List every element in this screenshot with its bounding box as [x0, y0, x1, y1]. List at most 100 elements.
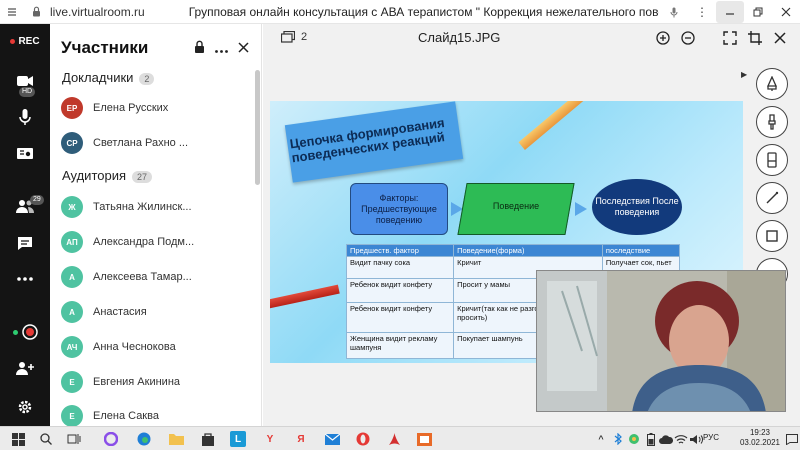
zoom-in-icon[interactable]: [655, 30, 671, 46]
participant-item[interactable]: А Анастасия: [61, 300, 241, 324]
more-options-icon[interactable]: [215, 40, 228, 56]
participant-item[interactable]: Е Елена Саква: [61, 404, 241, 428]
participant-name: Евгения Акинина: [93, 376, 181, 388]
gear-icon: [18, 400, 32, 414]
participant-item[interactable]: СР Светлана Рахно ...: [61, 131, 241, 155]
presentation-app-icon[interactable]: [416, 431, 432, 447]
app-l-icon[interactable]: L: [230, 431, 246, 447]
yandex-browser-icon[interactable]: Y: [262, 431, 278, 447]
lock-icon[interactable]: [24, 0, 48, 24]
restore-button[interactable]: [744, 1, 772, 23]
edge-icon[interactable]: [136, 431, 152, 447]
lock-icon[interactable]: [194, 40, 205, 56]
system-clock[interactable]: 19:23 03.02.2021: [740, 428, 780, 448]
avatar: А: [61, 266, 83, 288]
invite-button[interactable]: [0, 355, 50, 381]
language-indicator[interactable]: РУС: [703, 433, 719, 442]
opera-icon[interactable]: [355, 431, 371, 447]
alice-assistant-icon[interactable]: [103, 431, 119, 447]
store-icon[interactable]: [200, 431, 216, 447]
task-view-icon[interactable]: [66, 431, 82, 447]
participant-name: Елена Саква: [93, 410, 159, 422]
rectangle-tool-button[interactable]: [756, 220, 788, 252]
speakers-count: 2: [139, 72, 155, 85]
menu-icon[interactable]: [0, 0, 24, 24]
screen-share-button[interactable]: [0, 142, 50, 168]
record-button[interactable]: [0, 319, 50, 345]
pdf-reader-icon[interactable]: [386, 431, 402, 447]
rec-indicator[interactable]: REC: [0, 36, 50, 47]
speakers-label: Докладчики: [62, 70, 134, 85]
microphone-icon[interactable]: [660, 1, 688, 23]
participants-count-badge: 29: [30, 195, 44, 205]
line-tool-button[interactable]: [756, 182, 788, 214]
pages-icon: [281, 31, 295, 43]
notifications-icon[interactable]: [784, 431, 800, 447]
browser-titlebar: live.virtualroom.ru Групповая онлайн кон…: [0, 0, 800, 24]
rectangle-icon: [766, 230, 778, 242]
chat-icon: [18, 236, 32, 250]
mail-icon[interactable]: [324, 431, 340, 447]
participant-item[interactable]: АП Александра Подм...: [61, 230, 241, 254]
hd-badge: HD: [19, 87, 36, 97]
participant-name: Анастасия: [93, 306, 147, 318]
rec-dot-icon: [10, 38, 16, 44]
participant-item[interactable]: Е Евгения Акинина: [61, 370, 241, 394]
participant-item[interactable]: А Алексеева Тамар...: [61, 265, 241, 289]
minimize-button[interactable]: [716, 1, 744, 23]
battery-icon[interactable]: [643, 431, 659, 447]
participant-item[interactable]: ЕР Елена Русских: [61, 96, 241, 120]
table-cell: Ребенок видит конфету: [345, 302, 455, 333]
tray-chevron-icon[interactable]: ^: [593, 431, 609, 447]
fullscreen-icon[interactable]: [722, 30, 738, 46]
search-icon[interactable]: [38, 431, 54, 447]
audience-count: 27: [132, 170, 153, 183]
yandex-icon[interactable]: Я: [293, 431, 309, 447]
chat-button[interactable]: [0, 230, 50, 256]
behavior-label: Поведение: [492, 201, 540, 211]
avatar: Ж: [61, 196, 83, 218]
pen-tool-button[interactable]: [756, 68, 788, 100]
microphone-button[interactable]: [0, 104, 50, 130]
status-dot-icon: [12, 329, 18, 335]
table-header: Поведение(форма): [453, 244, 603, 257]
more-icon[interactable]: ⋮: [688, 1, 716, 23]
wifi-icon[interactable]: [673, 431, 689, 447]
brush-icon: [768, 114, 776, 130]
record-icon: [21, 324, 38, 340]
pages-button[interactable]: 2: [281, 31, 307, 43]
crop-icon[interactable]: [747, 30, 763, 46]
pencil-decoration: [518, 101, 602, 150]
file-explorer-icon[interactable]: [168, 431, 184, 447]
participant-item[interactable]: АЧ Анна Чеснокова: [61, 335, 241, 359]
close-window-button[interactable]: [772, 1, 800, 23]
settings-button[interactable]: [0, 394, 50, 420]
participant-item[interactable]: Ж Татьяна Жилинск...: [61, 195, 241, 219]
close-panel-icon[interactable]: [238, 40, 249, 56]
participant-name: Светлана Рахно ...: [93, 137, 189, 149]
zoom-out-icon[interactable]: [680, 30, 696, 46]
eraser-tool-button[interactable]: [756, 144, 788, 176]
participant-name: Анна Чеснокова: [93, 341, 176, 353]
more-button[interactable]: [0, 266, 50, 292]
bluetooth-icon[interactable]: [610, 431, 626, 447]
windows-start-icon[interactable]: [10, 431, 26, 447]
speaker-video[interactable]: [536, 270, 786, 412]
eraser-icon: [767, 152, 777, 168]
participant-name: Елена Русских: [93, 102, 169, 114]
expand-arrow-icon[interactable]: ▶: [741, 70, 747, 79]
volume-icon[interactable]: [688, 431, 704, 447]
avatar: АЧ: [61, 336, 83, 358]
clock-date: 03.02.2021: [739, 438, 780, 447]
brush-tool-button[interactable]: [756, 106, 788, 138]
video-frame: [537, 271, 785, 411]
onedrive-icon[interactable]: [658, 431, 674, 447]
more-horizontal-icon: [17, 277, 33, 281]
participant-name: Алексеева Тамар...: [93, 271, 192, 283]
close-viewer-icon[interactable]: [772, 30, 788, 46]
participants-panel: Участники Докладчики 2 ЕР Елена Русских С…: [50, 24, 262, 428]
participants-scrollbar[interactable]: [255, 70, 260, 185]
rec-label: REC: [18, 36, 40, 47]
address-bar[interactable]: live.virtualroom.ru: [50, 5, 145, 19]
tray-app-icon[interactable]: [626, 431, 642, 447]
